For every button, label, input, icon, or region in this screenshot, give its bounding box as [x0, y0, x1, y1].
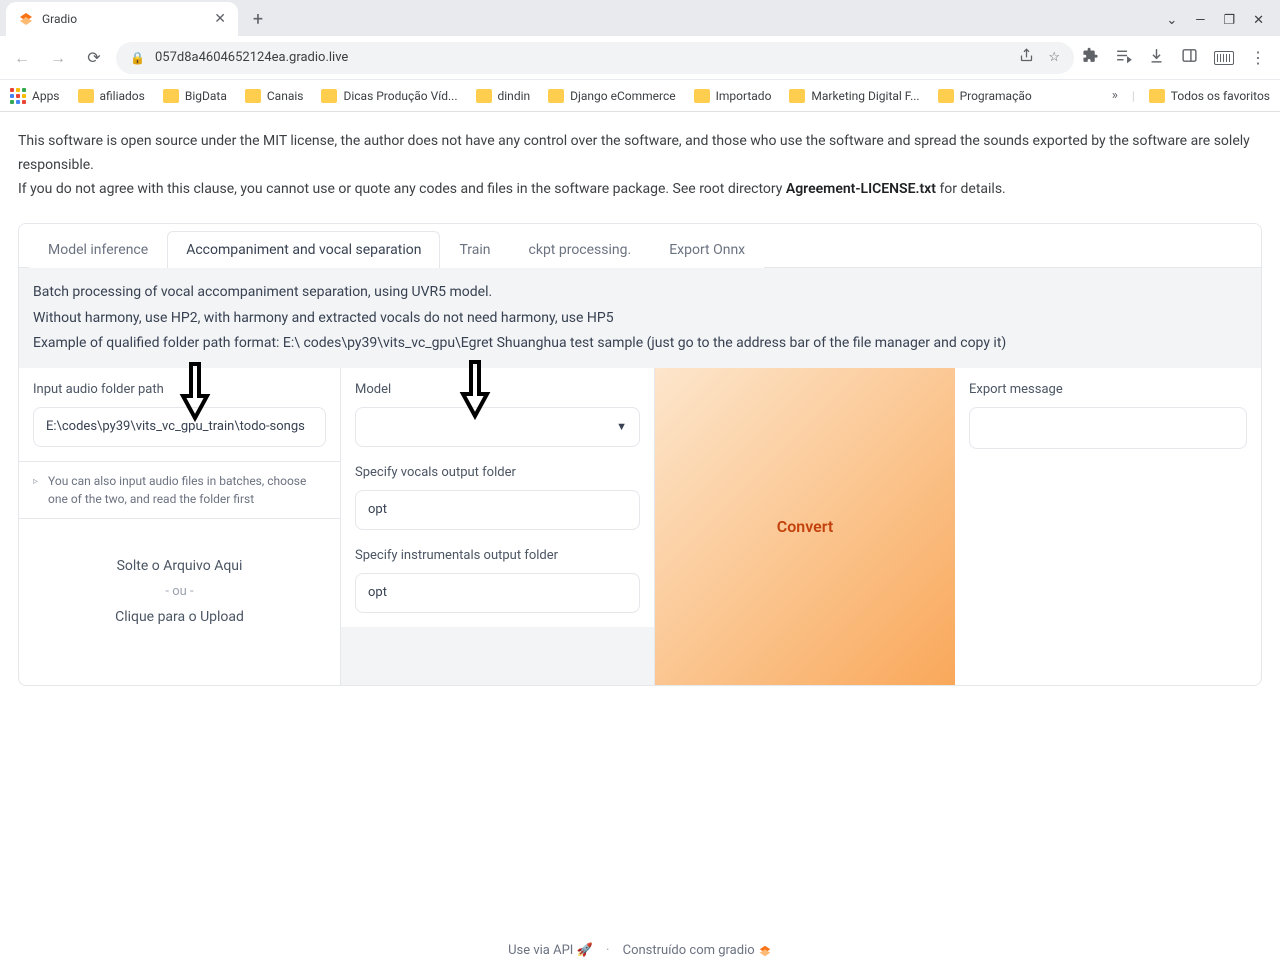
gradio-tabs-container: Model inference Accompaniment and vocal …: [18, 223, 1262, 686]
bookmark-dicas[interactable]: Dicas Produção Víd...: [321, 89, 457, 103]
reload-button[interactable]: ⟳: [80, 44, 108, 72]
folder-icon: [245, 89, 261, 103]
column-model: Model ▼ Specify vocals output folder Spe…: [341, 368, 655, 685]
use-via-api-link[interactable]: Use via API 🚀: [508, 943, 596, 958]
instrumentals-output-field[interactable]: [355, 573, 640, 613]
apps-icon: [10, 88, 26, 104]
maximize-icon[interactable]: ❐: [1223, 13, 1235, 28]
browser-toolbar: ← → ⟳ 🔒 057d8a4604652124ea.gradio.live ☆…: [0, 36, 1280, 80]
help-text: You can also input audio files in batche…: [48, 472, 326, 508]
instrumentals-output-label: Specify instrumentals output folder: [355, 548, 640, 563]
menu-icon[interactable]: ⋮: [1250, 48, 1266, 67]
bookmarks-overflow-icon[interactable]: »: [1112, 88, 1118, 103]
columns-wrap: Input audio folder path ▹ You can also i…: [19, 368, 1261, 685]
close-tab-icon[interactable]: ✕: [214, 11, 226, 27]
playlist-icon[interactable]: [1115, 47, 1132, 68]
bookmark-marketing[interactable]: Marketing Digital F...: [789, 89, 919, 103]
window-controls: ⌄ ― ❐ ✕: [1166, 13, 1280, 36]
export-message-label: Export message: [969, 382, 1247, 397]
tab-export-onnx[interactable]: Export Onnx: [650, 231, 764, 268]
vocals-output-label: Specify vocals output folder: [355, 465, 640, 480]
tab-accompaniment[interactable]: Accompaniment and vocal separation: [167, 231, 440, 268]
folder-icon: [1149, 89, 1165, 103]
column-export: Export message: [955, 368, 1261, 685]
chevron-right-icon: ▹: [33, 474, 38, 489]
vocals-output-field[interactable]: [355, 490, 640, 530]
file-dropzone[interactable]: Solte o Arquivo Aqui - ou - Clique para …: [33, 519, 326, 665]
gradio-logo-icon: [758, 944, 772, 958]
new-tab-button[interactable]: +: [244, 5, 272, 33]
folder-icon: [78, 89, 94, 103]
rocket-icon: 🚀: [577, 943, 593, 958]
bookmark-canais[interactable]: Canais: [245, 89, 304, 103]
footer: Use via API 🚀 · Construído com gradio: [0, 943, 1280, 958]
disclaimer-text: This software is open source under the M…: [18, 130, 1262, 201]
bookmark-django[interactable]: Django eCommerce: [548, 89, 676, 103]
tab-row: Model inference Accompaniment and vocal …: [19, 224, 1261, 268]
bookmark-dindin[interactable]: dindin: [476, 89, 531, 103]
gradio-favicon: [18, 11, 34, 27]
lock-icon: 🔒: [130, 51, 145, 65]
tab-title: Gradio: [42, 12, 206, 26]
minimize-icon[interactable]: ―: [1195, 13, 1205, 28]
bookmark-afiliados[interactable]: afiliados: [78, 89, 145, 103]
tab-model-inference[interactable]: Model inference: [29, 231, 167, 268]
address-bar[interactable]: 🔒 057d8a4604652124ea.gradio.live ☆: [116, 42, 1074, 74]
forward-button[interactable]: →: [44, 44, 72, 72]
built-with-gradio-link[interactable]: Construído com gradio: [623, 943, 772, 958]
bookmark-bigdata[interactable]: BigData: [163, 89, 227, 103]
folder-icon: [476, 89, 492, 103]
tab-train[interactable]: Train: [440, 231, 509, 268]
column-spacer: [341, 627, 654, 685]
bookmark-programacao[interactable]: Programação: [938, 89, 1032, 103]
convert-button[interactable]: Convert: [655, 368, 955, 685]
bookmark-star-icon[interactable]: ☆: [1048, 50, 1060, 65]
close-window-icon[interactable]: ✕: [1253, 13, 1264, 28]
folder-icon: [694, 89, 710, 103]
sidepanel-icon[interactable]: [1181, 47, 1198, 68]
caret-down-icon: ▼: [616, 420, 627, 433]
tab-ckpt[interactable]: ckpt processing.: [510, 231, 651, 268]
bookmarks-bar: Apps afiliados BigData Canais Dicas Prod…: [0, 80, 1280, 112]
tabs-dropdown-icon[interactable]: ⌄: [1166, 13, 1177, 28]
downloads-icon[interactable]: [1148, 47, 1165, 68]
export-message-output: [969, 407, 1247, 449]
browser-tab[interactable]: Gradio ✕: [6, 2, 238, 36]
extensions-icon[interactable]: [1082, 47, 1099, 68]
bookmark-importado[interactable]: Importado: [694, 89, 772, 103]
folder-icon: [163, 89, 179, 103]
all-bookmarks-button[interactable]: Todos os favoritos: [1149, 89, 1270, 103]
model-label: Model: [355, 382, 640, 397]
annotation-arrow-model: [459, 358, 491, 422]
browser-titlebar: Gradio ✕ + ⌄ ― ❐ ✕: [0, 0, 1280, 36]
annotation-arrow-input: [179, 360, 211, 424]
help-row[interactable]: ▹ You can also input audio files in batc…: [19, 461, 340, 519]
apps-shortcut[interactable]: Apps: [10, 88, 60, 104]
page-content: This software is open source under the M…: [0, 112, 1280, 686]
info-banner: Batch processing of vocal accompaniment …: [19, 268, 1261, 368]
share-icon[interactable]: [1019, 48, 1034, 67]
model-select[interactable]: ▼: [355, 407, 640, 447]
folder-icon: [789, 89, 805, 103]
folder-icon: [321, 89, 337, 103]
folder-icon: [938, 89, 954, 103]
url-text: 057d8a4604652124ea.gradio.live: [155, 50, 348, 65]
back-button[interactable]: ←: [8, 44, 36, 72]
folder-icon: [548, 89, 564, 103]
keyboard-icon[interactable]: [1214, 51, 1234, 65]
column-convert: Convert: [655, 368, 955, 685]
column-input-audio: Input audio folder path ▹ You can also i…: [19, 368, 341, 685]
